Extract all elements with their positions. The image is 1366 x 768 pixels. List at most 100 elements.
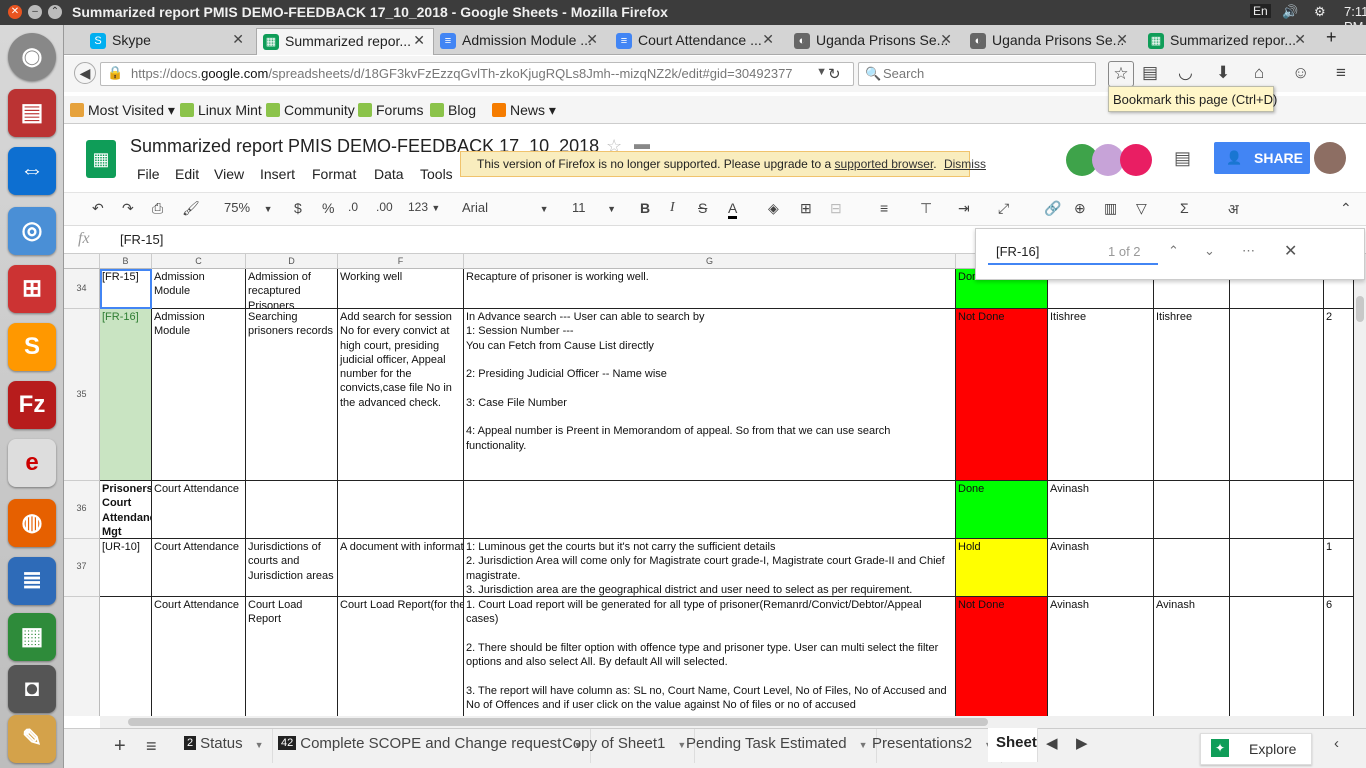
strikethrough-icon[interactable]: S (698, 200, 707, 216)
font-select[interactable]: Arial ▼ (462, 200, 549, 215)
table-cell[interactable]: Jurisdictions of courts and Jurisdiction… (246, 539, 338, 597)
table-cell[interactable] (1154, 539, 1230, 597)
table-cell[interactable] (1230, 539, 1324, 597)
url-bar[interactable]: 🔒 https://docs.google.com/spreadsheets/d… (100, 62, 854, 86)
table-cell[interactable]: Recapture of prisoner is working well. (464, 269, 956, 309)
table-cell[interactable] (464, 481, 956, 539)
table-cell[interactable]: 1: Luminous get the courts but it's not … (464, 539, 956, 597)
browser-tab[interactable]: ◐ Uganda Prisons Se... ✕ (788, 28, 960, 55)
find-previous-icon[interactable]: ⌃ (1168, 243, 1179, 259)
bookmark-news[interactable]: News ▾ (492, 102, 556, 119)
functions-icon[interactable]: Σ (1180, 200, 1189, 216)
spreadsheet-grid[interactable]: B C D F G 34 [FR-15] Admission Module Ad… (64, 254, 1354, 716)
table-cell[interactable]: Itishree (1048, 309, 1154, 481)
browser-tab[interactable]: ≡ Admission Module ... ✕ (434, 28, 606, 55)
firefox-icon[interactable]: ◍ (8, 499, 56, 547)
sheet-tab[interactable]: Copy of Sheet1 ▼ (554, 729, 696, 763)
table-cell[interactable]: Court Load Report(for the (338, 597, 464, 716)
input-tools-button[interactable]: अ (1228, 200, 1239, 219)
table-cell[interactable]: Admission of recaptured Prisoners (246, 269, 338, 309)
horizontal-scrollbar[interactable] (100, 716, 1354, 728)
table-cell[interactable]: Avinash (1048, 481, 1154, 539)
search-input[interactable]: 🔍 Search (858, 62, 1096, 86)
table-cell[interactable]: Itishree (1154, 309, 1230, 481)
italic-icon[interactable]: I (670, 200, 675, 216)
power-icon[interactable]: ⚙ (1314, 4, 1326, 20)
bookmark-forums[interactable]: Forums (358, 102, 423, 118)
table-cell[interactable] (1230, 597, 1324, 716)
row-header[interactable]: 35 (64, 309, 100, 481)
bookmark-most-visited[interactable]: Most Visited ▾ (70, 102, 175, 119)
text-color-icon[interactable]: A (728, 200, 738, 219)
text-wrap-icon[interactable]: ⇥ (958, 200, 970, 217)
menu-edit[interactable]: Edit (175, 166, 199, 182)
close-tab-icon[interactable]: ✕ (1294, 31, 1306, 48)
table-cell[interactable]: Admission Module (152, 309, 246, 481)
close-tab-icon[interactable]: ✕ (762, 31, 774, 48)
table-cell[interactable]: Working well (338, 269, 464, 309)
sheets-logo-icon[interactable]: ▦ (86, 140, 116, 178)
table-cell[interactable] (246, 481, 338, 539)
table-cell[interactable]: [FR-16] (100, 309, 152, 481)
close-tab-icon[interactable]: ✕ (940, 31, 952, 48)
table-cell[interactable] (338, 481, 464, 539)
table-cell[interactable]: Avinash (1154, 597, 1230, 716)
table-cell[interactable]: [UR-10] (100, 539, 152, 597)
browser-tab-active[interactable]: ▦ Summarized repor... ✕ (256, 28, 434, 55)
close-window-icon[interactable]: ✕ (8, 5, 22, 19)
table-cell[interactable]: 6 (1324, 597, 1354, 716)
browser-tab[interactable]: ◐ Uganda Prisons Se... ✕ (964, 28, 1136, 55)
insert-link-icon[interactable]: 🔗 (1044, 200, 1061, 217)
all-sheets-icon[interactable]: ≡ (146, 731, 157, 765)
sheet-tab[interactable]: 2 Status ▼ (176, 729, 273, 763)
table-cell[interactable]: Prisoners Court Attendance Mgt (100, 481, 152, 539)
menu-tools[interactable]: Tools (420, 166, 453, 182)
sheet-tab-active[interactable]: Sheet (988, 728, 1038, 762)
status-cell[interactable]: Not Done (956, 597, 1048, 716)
table-cell[interactable]: 1 (1324, 539, 1354, 597)
table-cell[interactable] (1230, 309, 1324, 481)
text-editor-icon[interactable]: ✎ (8, 715, 56, 763)
paint-format-icon[interactable]: 🖌 (182, 200, 200, 217)
add-sheet-icon[interactable]: + (114, 731, 126, 765)
fill-color-icon[interactable]: ◈ (768, 200, 779, 217)
bookmark-blog[interactable]: Blog (430, 102, 476, 118)
chromium-icon[interactable]: ◎ (8, 207, 56, 255)
scroll-tabs-left-icon[interactable]: ◀ (1046, 729, 1058, 763)
status-cell[interactable]: Not Done (956, 309, 1048, 481)
sheet-tab[interactable]: 42 Complete SCOPE and Change request ▼ (270, 729, 592, 763)
sheet-tab[interactable]: Presentations2▼ (864, 729, 1002, 763)
collapse-toolbar-icon[interactable]: ⌃ (1340, 200, 1352, 217)
column-header-b[interactable]: B (100, 254, 152, 269)
comments-icon[interactable]: ▤ (1174, 148, 1191, 169)
close-tab-icon[interactable]: ✕ (232, 31, 244, 48)
explore-button[interactable]: ✦ Explore (1200, 733, 1312, 765)
dismiss-link[interactable]: Dismiss (944, 157, 986, 171)
teamviewer-icon[interactable]: ⇔ (8, 147, 56, 195)
font-size-select[interactable]: 11 ▼ (572, 200, 616, 215)
menu-file[interactable]: File (137, 166, 160, 182)
table-cell[interactable]: [FR-15] (100, 269, 152, 309)
column-header-d[interactable]: D (246, 254, 338, 269)
vertical-scrollbar[interactable] (1354, 254, 1366, 728)
undo-icon[interactable]: ↶ (92, 200, 104, 217)
windows-app-icon[interactable]: ⊞ (8, 265, 56, 313)
reload-icon[interactable]: ↻ (828, 65, 841, 83)
filezilla-icon[interactable]: Fz (8, 381, 56, 429)
insert-comment-icon[interactable]: ⊕ (1074, 200, 1086, 217)
menu-insert[interactable]: Insert (260, 166, 295, 182)
bookmark-linux-mint[interactable]: Linux Mint (180, 102, 262, 118)
redo-icon[interactable]: ↷ (122, 200, 134, 217)
filter-icon[interactable]: ▽ (1136, 200, 1147, 217)
vertical-align-icon[interactable]: ⊤ (920, 200, 932, 217)
row-header[interactable] (64, 597, 100, 716)
table-cell[interactable]: A document with information (338, 539, 464, 597)
collaborator-avatar[interactable] (1120, 144, 1152, 176)
ubuntu-menu-icon[interactable]: ◉ (8, 33, 56, 81)
zoom-select[interactable]: 75% ▼ (224, 200, 273, 215)
close-tab-icon[interactable]: ✕ (413, 32, 425, 49)
currency-format-button[interactable]: $ (294, 200, 302, 216)
table-cell[interactable]: Admission Module (152, 269, 246, 309)
status-cell[interactable]: Hold (956, 539, 1048, 597)
chat-icon[interactable]: ☺ (1292, 63, 1309, 83)
